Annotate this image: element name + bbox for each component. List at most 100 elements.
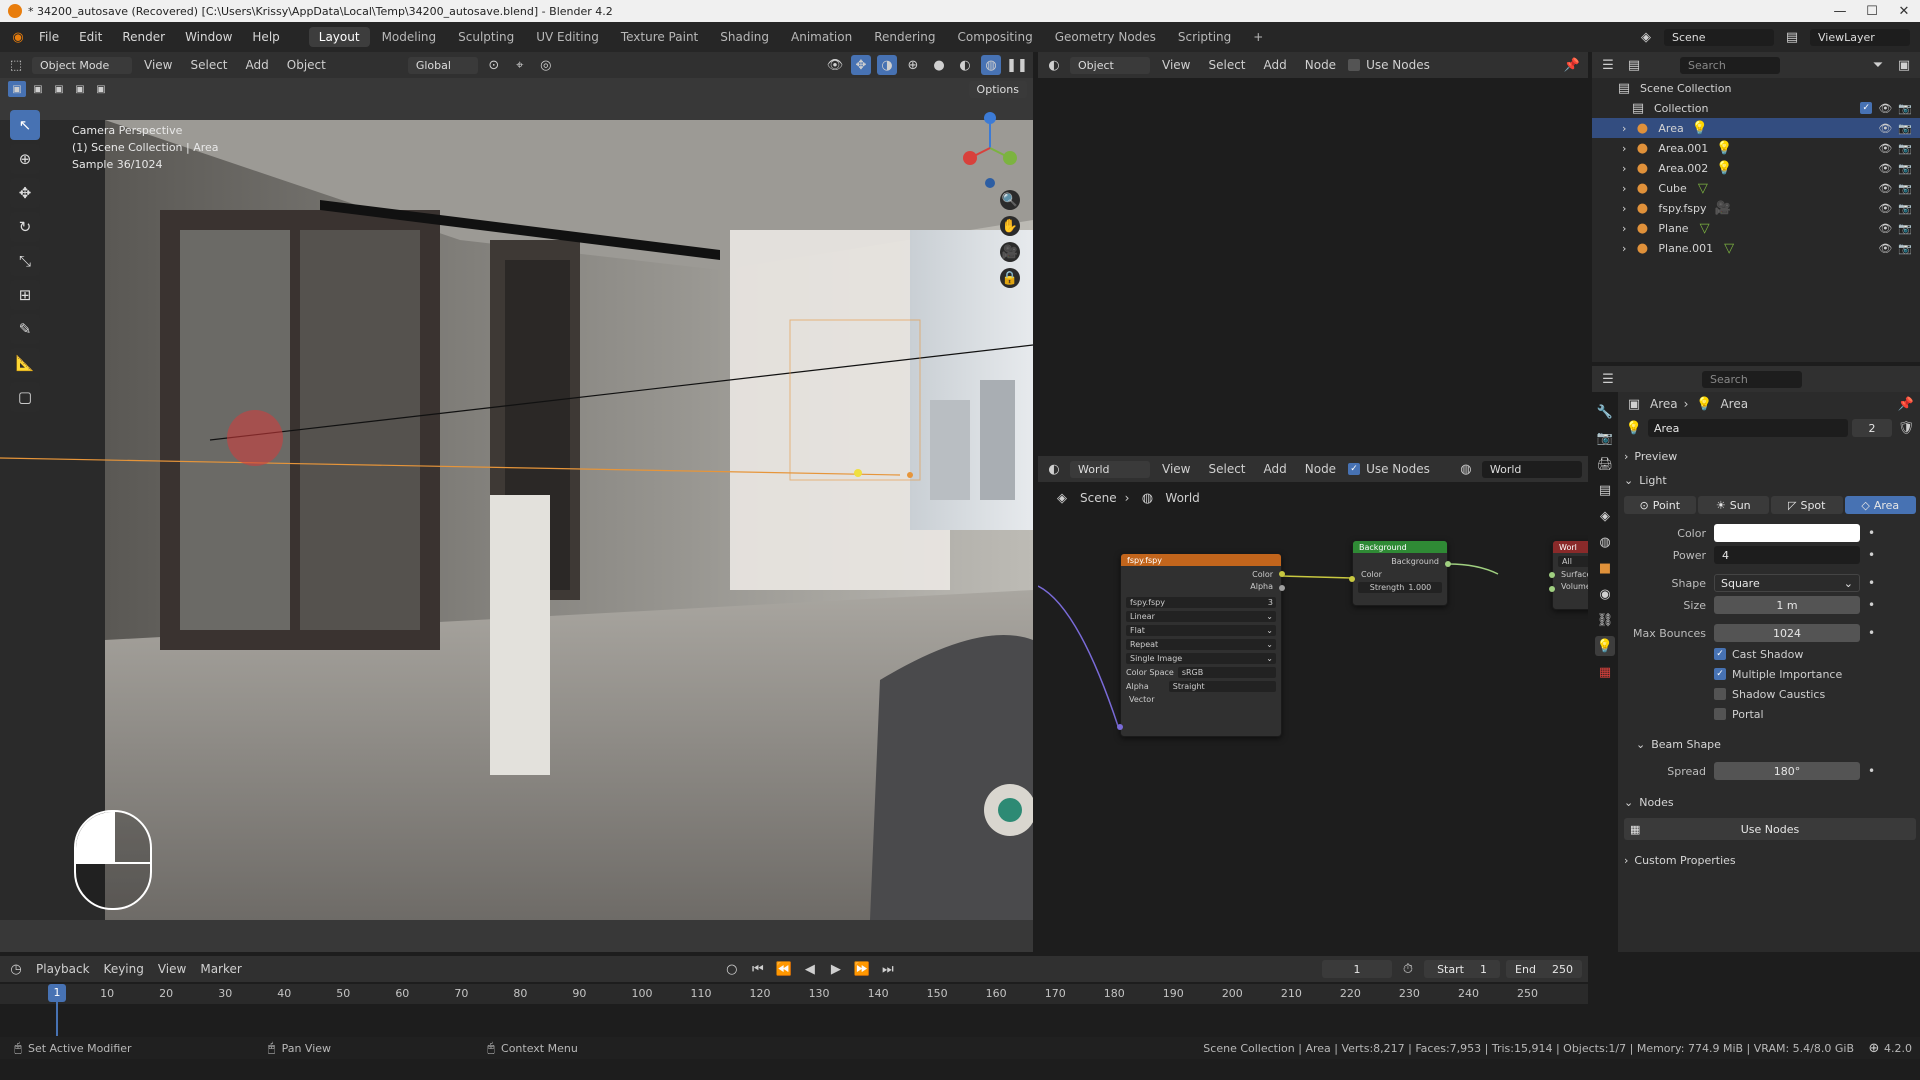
viewport-menu-view[interactable]: View (138, 58, 178, 72)
timeline[interactable]: ◷ Playback Keying View Marker ○ ⏮ ⏪ ◀ ▶ … (0, 956, 1588, 1036)
annotate-tool-icon[interactable]: ✎ (10, 314, 40, 344)
surface-socket[interactable] (1549, 572, 1555, 578)
properties-editor[interactable]: ☰ Search 🔧 📷 🖨 ▤ ◈ ◍ ■ ◉ ⛓ 💡 ▦ ▣ Area › … (1592, 366, 1920, 952)
light-type-sun[interactable]: ☀ Sun (1697, 496, 1769, 514)
shading-solid-icon[interactable]: ● (929, 55, 949, 75)
keyframe-icon[interactable]: • (1868, 576, 1875, 590)
background-out-socket[interactable] (1445, 561, 1451, 567)
background-node[interactable]: Background Background Color Strength 1.00… (1349, 540, 1451, 606)
light-datablock-icon[interactable]: 💡 (1624, 418, 1644, 438)
constraints-tab-icon[interactable]: ⛓ (1595, 610, 1615, 630)
move-tool-icon[interactable]: ✥ (10, 178, 40, 208)
editor-type-icon[interactable]: ⬚ (6, 55, 26, 75)
shader-type-selector[interactable]: Object (1070, 56, 1150, 74)
outliner-collection[interactable]: ▤ Collection ✓ 👁 📷 (1592, 98, 1920, 118)
zoom-icon[interactable]: 🔍 (1000, 190, 1020, 210)
auto-key-icon[interactable]: ○ (722, 959, 742, 979)
camera-icon[interactable]: 📷 (1898, 242, 1912, 255)
option-checkbox[interactable]: ✓ (1714, 668, 1726, 680)
render-view[interactable]: Camera Perspective (1) Scene Collection … (0, 120, 1033, 920)
expand-arrow-icon[interactable]: › (1622, 142, 1626, 155)
select-tool-icon[interactable]: ↖ (10, 110, 40, 140)
extension-select[interactable]: Repeat (1130, 640, 1158, 649)
filter-icon[interactable]: ⏷ (1868, 55, 1888, 75)
editor-type-icon[interactable]: ☰ (1598, 369, 1618, 389)
select-new-icon[interactable]: ▣ (8, 81, 26, 97)
select-intersect-icon[interactable]: ▣ (92, 81, 110, 97)
mesh-icon[interactable]: ▽ (1719, 238, 1739, 258)
fake-user-icon[interactable]: 🛡 (1896, 418, 1916, 438)
select-extend-icon[interactable]: ▣ (29, 81, 47, 97)
stopwatch-icon[interactable]: ⏱ (1398, 959, 1418, 979)
mesh-icon[interactable]: ▽ (1693, 178, 1713, 198)
viewport-3d[interactable]: ⬚ Object Mode View Select Add Object Glo… (0, 52, 1033, 952)
scale-tool-icon[interactable]: ⤡ (10, 246, 40, 276)
menu-help[interactable]: Help (243, 30, 288, 44)
node-editor-object[interactable]: ◐ Object View Select Add Node Use Nodes … (1038, 52, 1588, 452)
camera-icon[interactable]: 🎥 (1713, 198, 1733, 218)
image-texture-node[interactable]: fspy.fspy Color Alpha fspy.fspy 3 Linear ⌄… (1117, 553, 1285, 737)
light-panel[interactable]: ⌄ Light (1624, 468, 1916, 492)
select-invert-icon[interactable]: ▣ (71, 81, 89, 97)
beam-shape-panel[interactable]: ⌄ Beam Shape (1624, 732, 1916, 756)
outliner-search[interactable]: Search (1680, 56, 1780, 74)
eye-icon[interactable]: 👁 (1878, 102, 1892, 115)
timeline-menu-keying[interactable]: Keying (100, 962, 148, 976)
camera-view-icon[interactable]: 🎥 (1000, 242, 1020, 262)
strength-value[interactable]: 1.000 (1408, 583, 1431, 592)
next-key-icon[interactable]: ⏩ (852, 959, 872, 979)
outliner[interactable]: ☰ ▤ Search ⏷ ▣ ▤ Scene Collection ▤ Coll… (1592, 52, 1920, 362)
tab-uv-editing[interactable]: UV Editing (526, 27, 609, 47)
node-menu-add[interactable]: Add (1258, 58, 1293, 72)
shading-rendered-icon[interactable]: ◍ (981, 55, 1001, 75)
tab-sculpting[interactable]: Sculpting (448, 27, 524, 47)
start-frame-field[interactable]: Start 1 (1424, 960, 1500, 978)
render-tab-icon[interactable]: 📷 (1595, 428, 1615, 448)
current-frame-input[interactable]: 1 (1322, 960, 1392, 978)
measure-tool-icon[interactable]: 📐 (10, 348, 40, 378)
camera-icon[interactable]: 📷 (1898, 162, 1912, 175)
light-option-row[interactable]: Shadow Caustics (1624, 684, 1916, 704)
pause-render-icon[interactable]: ❚❚ (1006, 55, 1028, 75)
eye-icon[interactable]: 👁 (1878, 202, 1892, 215)
expand-arrow-icon[interactable]: › (1622, 182, 1626, 195)
keyframe-icon[interactable]: • (1868, 548, 1875, 562)
light-option-row[interactable]: ✓ Cast Shadow (1624, 644, 1916, 664)
node-menu-node[interactable]: Node (1299, 58, 1342, 72)
tab-layout[interactable]: Layout (308, 27, 370, 47)
shading-wire-icon[interactable]: ⊕ (903, 55, 923, 75)
lock-camera-icon[interactable]: 🔒 (1000, 268, 1020, 288)
scene-tab-icon[interactable]: ◈ (1595, 506, 1615, 526)
world-output-node[interactable]: Worl All Surface Volume (1549, 540, 1588, 610)
outliner-item[interactable]: › ● Area 💡 👁 📷 (1592, 118, 1920, 138)
view-layer-selector[interactable]: ViewLayer (1810, 28, 1910, 46)
output-target-select[interactable]: All (1558, 556, 1588, 567)
play-icon[interactable]: ▶ (826, 959, 846, 979)
shape-select[interactable]: Square ⌄ (1714, 574, 1860, 592)
pan-hand-icon[interactable]: ✋ (1000, 216, 1020, 236)
proportional-icon[interactable]: ◎ (536, 55, 556, 75)
camera-icon[interactable]: 📷 (1898, 102, 1912, 115)
jump-start-icon[interactable]: ⏮ (748, 959, 768, 979)
tab-modeling[interactable]: Modeling (372, 27, 447, 47)
light-color-swatch[interactable] (1714, 524, 1860, 542)
node-editor-world[interactable]: ◐ World View Select Add Node ✓ Use Nodes… (1038, 456, 1588, 952)
expand-arrow-icon[interactable]: › (1622, 202, 1626, 215)
keyframe-icon[interactable]: • (1868, 626, 1875, 640)
tab-geometry-nodes[interactable]: Geometry Nodes (1045, 27, 1166, 47)
expand-arrow-icon[interactable]: › (1622, 122, 1626, 135)
rotate-tool-icon[interactable]: ↻ (10, 212, 40, 242)
size-input[interactable]: 1 m (1714, 596, 1860, 614)
light-type-point[interactable]: ⊙ Point (1624, 496, 1696, 514)
navigation-gizmo[interactable] (950, 108, 1030, 188)
transform-orientation[interactable]: Global (407, 56, 478, 74)
preview-panel[interactable]: › Preview (1624, 444, 1916, 468)
menu-edit[interactable]: Edit (70, 30, 111, 44)
camera-icon[interactable]: 📷 (1898, 122, 1912, 135)
close-icon[interactable]: ✕ (1888, 4, 1920, 19)
light-data-tab-icon[interactable]: 💡 (1595, 636, 1615, 656)
outliner-item[interactable]: › ● Cube ▽ 👁 📷 (1592, 178, 1920, 198)
editor-type-icon[interactable]: ☰ (1598, 55, 1618, 75)
light-icon[interactable]: 💡 (1714, 138, 1734, 158)
view-layer-tab-icon[interactable]: ▤ (1595, 480, 1615, 500)
